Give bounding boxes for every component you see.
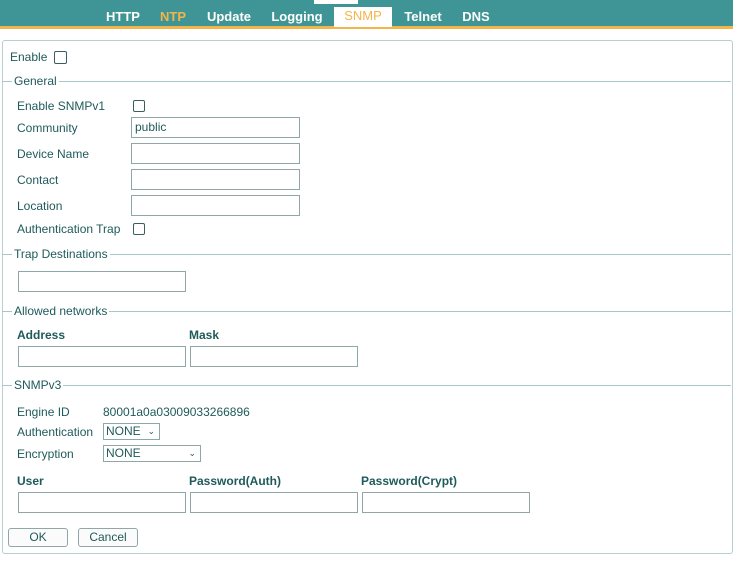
authentication-select[interactable]: NONE ⌄ — [103, 423, 160, 440]
authentication-trap-checkbox[interactable] — [133, 223, 145, 235]
chevron-down-icon: ⌄ — [147, 426, 155, 436]
location-label: Location — [17, 199, 63, 213]
password-auth-input[interactable] — [190, 492, 358, 513]
trap-destinations-title: Trap Destinations — [12, 247, 110, 261]
mask-header: Mask — [189, 328, 220, 342]
authentication-select-value: NONE — [106, 424, 141, 438]
engine-id-label: Engine ID — [17, 405, 70, 419]
tab-bar: HTTP NTP Update Logging SNMP Telnet DNS — [0, 0, 733, 29]
chevron-down-icon: ⌄ — [188, 448, 196, 458]
encryption-label: Encryption — [17, 447, 74, 461]
tab-http[interactable]: HTTP — [104, 8, 142, 26]
allowed-networks-section-header: Allowed networks — [2, 304, 731, 318]
enable-label: Enable — [10, 50, 48, 64]
password-crypt-header: Password(Crypt) — [361, 474, 458, 488]
tab-update[interactable]: Update — [204, 8, 254, 26]
mask-input[interactable] — [190, 346, 358, 367]
engine-id-value: 80001a0a03009033266896 — [103, 405, 250, 419]
cancel-button[interactable]: Cancel — [78, 528, 138, 547]
tab-telnet[interactable]: Telnet — [401, 8, 445, 26]
address-input[interactable] — [18, 346, 186, 367]
community-input[interactable]: public — [131, 117, 300, 138]
encryption-select[interactable]: NONE ⌄ — [103, 445, 201, 462]
encryption-select-value: NONE — [106, 446, 141, 460]
snmpv3-title: SNMPv3 — [12, 378, 64, 392]
tab-dns[interactable]: DNS — [460, 8, 492, 26]
ok-button[interactable]: OK — [8, 528, 68, 547]
user-header: User — [17, 474, 44, 488]
general-section-header: General — [2, 74, 731, 88]
community-label: Community — [17, 121, 78, 135]
location-input[interactable] — [131, 195, 300, 216]
address-header: Address — [17, 328, 66, 342]
authentication-label: Authentication — [17, 425, 94, 439]
tab-bar-notch — [314, 0, 358, 4]
contact-label: Contact — [17, 173, 59, 187]
tab-logging[interactable]: Logging — [268, 8, 326, 26]
enable-checkbox[interactable] — [54, 51, 67, 64]
password-auth-header: Password(Auth) — [189, 474, 282, 488]
allowed-networks-title: Allowed networks — [12, 304, 110, 318]
trap-destinations-section-header: Trap Destinations — [2, 247, 731, 261]
enable-snmpv1-label: Enable SNMPv1 — [17, 99, 106, 113]
tab-snmp[interactable]: SNMP — [334, 7, 392, 27]
contact-input[interactable] — [131, 169, 300, 190]
enable-snmpv1-checkbox[interactable] — [133, 100, 145, 112]
authentication-trap-label: Authentication Trap — [17, 222, 121, 236]
device-name-label: Device Name — [17, 147, 90, 161]
trap-destination-input[interactable] — [18, 271, 186, 292]
device-name-input[interactable] — [131, 143, 300, 164]
user-input[interactable] — [18, 492, 186, 513]
general-section-title: General — [12, 74, 59, 88]
password-crypt-input[interactable] — [362, 492, 530, 513]
tab-ntp[interactable]: NTP — [156, 8, 190, 26]
snmpv3-section-header: SNMPv3 — [2, 378, 731, 392]
